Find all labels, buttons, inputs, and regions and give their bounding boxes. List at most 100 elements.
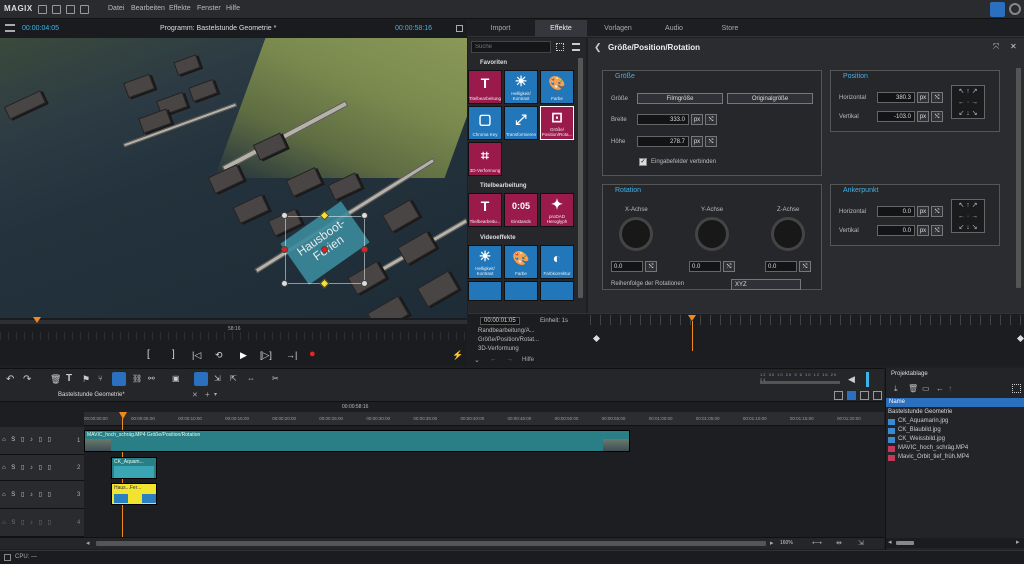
menu-effekte[interactable]: Effekte	[169, 5, 191, 12]
hoehe-reset-icon[interactable]: ⤭	[705, 136, 717, 147]
hoehe-input[interactable]: 278.7	[637, 136, 689, 147]
keyframe-diamond[interactable]	[1016, 334, 1024, 343]
timeline-hscrollbar[interactable]	[96, 541, 766, 546]
position-v-reset-icon[interactable]: ⤭	[931, 111, 943, 122]
redo-arrow-icon[interactable]: →	[506, 356, 513, 363]
menu-hilfe[interactable]: Hilfe	[226, 5, 240, 12]
volume-icon[interactable]: ◀	[848, 374, 855, 385]
mode-tool-2-icon[interactable]: ⇱	[230, 374, 237, 383]
section-titelbearbeitung[interactable]: Titelbearbeitung	[480, 183, 527, 189]
track-controls[interactable]: ⌂ S ▯ ♪ ▯ ▯	[2, 436, 53, 443]
effect-tile-chroma-key[interactable]: ▢ Chroma Key	[468, 106, 502, 140]
effects-search-input[interactable]	[471, 41, 551, 53]
tab-close-icon[interactable]: ✕	[192, 391, 198, 399]
folder-icon[interactable]: ▭	[922, 384, 930, 393]
resize-handle[interactable]	[281, 280, 288, 287]
props-scrollbar[interactable]	[1016, 68, 1021, 288]
collapse-icon[interactable]: ⌄	[474, 356, 480, 364]
hamburger-icon[interactable]	[5, 24, 15, 32]
loop-button[interactable]: ⟲	[215, 350, 223, 361]
track-controls[interactable]: ⌂ S ▯ ♪ ▯ ▯	[2, 464, 53, 471]
touch-mode-button[interactable]	[990, 2, 1005, 17]
effect-tile-helligkeit-2[interactable]: ☀ Helligkeit/ Kontrast	[468, 245, 502, 279]
scroll-left-icon[interactable]: ◂	[86, 539, 90, 547]
resize-handle-side[interactable]	[281, 246, 288, 253]
save-icon[interactable]	[38, 5, 47, 14]
clip-aquamarin[interactable]: CK_Aquam...	[111, 457, 157, 479]
anker-h-unit[interactable]: px	[917, 206, 929, 217]
storyboard-mode-icon[interactable]	[860, 391, 869, 400]
effect-tile-farbkorrektur[interactable]: ◐ Farbkorrektur	[540, 245, 574, 279]
keyframe-row-1[interactable]: Randbearbeitung/A...	[478, 328, 535, 334]
redo-icon[interactable]: ↷	[23, 374, 31, 385]
bin-scroll-right-icon[interactable]: ▸	[1016, 538, 1020, 546]
open-folder-icon[interactable]	[66, 5, 75, 14]
rotation-z-dial[interactable]	[771, 217, 805, 251]
position-h-input[interactable]: 380.3	[877, 92, 915, 103]
effect-tile-groesse-position[interactable]: ⊡ Größe/ Position/Rota...	[540, 106, 574, 140]
video-preview[interactable]: Hausboot-Ferien	[0, 38, 467, 318]
tab-vorlagen[interactable]: Vorlagen	[592, 20, 644, 37]
next-marker-button[interactable]: →|	[286, 350, 297, 360]
export-icon[interactable]	[80, 5, 89, 14]
position-align-grid[interactable]: ↖ ↑ ↗ ← · → ↙ ↓ ↘	[951, 85, 985, 119]
rotation-x-input[interactable]: 0.0	[611, 261, 643, 272]
project-root[interactable]: Bastelstunde Geometrie	[888, 409, 952, 415]
scrub-bar[interactable]	[0, 317, 467, 324]
marker-icon[interactable]: ⚑	[82, 374, 90, 385]
magnet-icon[interactable]	[112, 372, 126, 386]
effect-tile-helligkeit[interactable]: ☀ Helligkeit/ Kontrast	[504, 70, 538, 104]
record-button[interactable]: ●	[309, 348, 316, 360]
list-item[interactable]: CK_Aquamarin.jpg	[888, 418, 1022, 426]
undo-icon[interactable]: ↶	[6, 374, 14, 385]
effect-tile-farbe[interactable]: 🎨 Farbe	[540, 70, 574, 104]
tab-store[interactable]: Store	[704, 20, 756, 37]
scale-bar[interactable]	[760, 381, 840, 384]
timeline-ruler[interactable]: 00:00:00:00 00:00:05:00 00:00:10:00 00:00:1…	[84, 412, 884, 426]
link-icon[interactable]: ⛓	[132, 374, 142, 383]
help-link[interactable]: Hilfe	[522, 357, 534, 363]
bin-scroll-left-icon[interactable]: ◂	[888, 538, 892, 546]
back-icon[interactable]: ❮	[594, 42, 602, 53]
project-tab[interactable]: Bastelstunde Geometrie*	[58, 392, 125, 398]
import-icon[interactable]: ⤓	[894, 384, 898, 394]
position-v-input[interactable]: -103.0	[877, 111, 915, 122]
scale-ruler[interactable]: 12 30 10 20 3 6 10 12 16 20 24	[760, 372, 840, 388]
add-tab-icon[interactable]: +	[205, 390, 210, 399]
delete-item-icon[interactable]: 🗑	[908, 384, 918, 393]
tab-import[interactable]: Import	[468, 20, 533, 37]
rotation-z-reset-icon[interactable]: ⤭	[799, 261, 811, 272]
anker-h-input[interactable]: 0.0	[877, 206, 915, 217]
track-head-1[interactable]: ⌂ S ▯ ♪ ▯ ▯ 1	[0, 427, 84, 455]
rotation-y-reset-icon[interactable]: ⤭	[723, 261, 735, 272]
rotation-order-select[interactable]: XYZ	[731, 279, 801, 290]
split-icon[interactable]: ⑂	[98, 374, 103, 383]
prev-icon[interactable]: ←	[936, 384, 944, 393]
hoehe-unit[interactable]: px	[691, 136, 703, 147]
effect-tile-heroglyph[interactable]: ✦ proDAD Heroglyph	[540, 193, 574, 227]
effect-tile-transformieren[interactable]: ⤢ Transformieren	[504, 106, 538, 140]
keyframe-diamond[interactable]	[592, 334, 601, 343]
position-h-unit[interactable]: px	[917, 92, 929, 103]
settings-icon[interactable]	[1009, 3, 1021, 15]
anker-align-grid[interactable]: ↖ ↑ ↗ ← · → ↙ ↓ ↘	[951, 199, 985, 233]
timeline-mode-icon[interactable]	[847, 391, 856, 400]
mark-in-button[interactable]: [	[147, 349, 150, 360]
effect-tile-more-3[interactable]	[540, 281, 574, 301]
effect-tile-3d-verformung[interactable]: ⌗ 3D-Verformung	[468, 142, 502, 176]
grid-view-icon[interactable]	[556, 43, 564, 51]
zoom-in-icon[interactable]: ⇹	[836, 539, 842, 547]
menu-fenster[interactable]: Fenster	[197, 5, 221, 12]
zoom-fit-icon[interactable]: ⟷	[812, 539, 822, 547]
filmgroesse-button[interactable]: Filmgröße	[637, 93, 723, 104]
mode-tool-icon[interactable]: ⇲	[214, 374, 221, 383]
track-controls[interactable]: ⌂ S ▯ ♪ ▯ ▯	[2, 491, 53, 498]
title-tool-icon[interactable]: T	[66, 373, 72, 384]
new-file-icon[interactable]	[52, 5, 61, 14]
range-tool-icon[interactable]: ⇔	[247, 374, 255, 383]
tab-audio[interactable]: Audio	[648, 20, 700, 37]
zoom-value[interactable]: 160%	[780, 540, 793, 546]
center-handle[interactable]	[321, 246, 328, 253]
section-favoriten[interactable]: Favoriten	[480, 60, 507, 66]
mixer-mode-icon[interactable]	[873, 391, 882, 400]
